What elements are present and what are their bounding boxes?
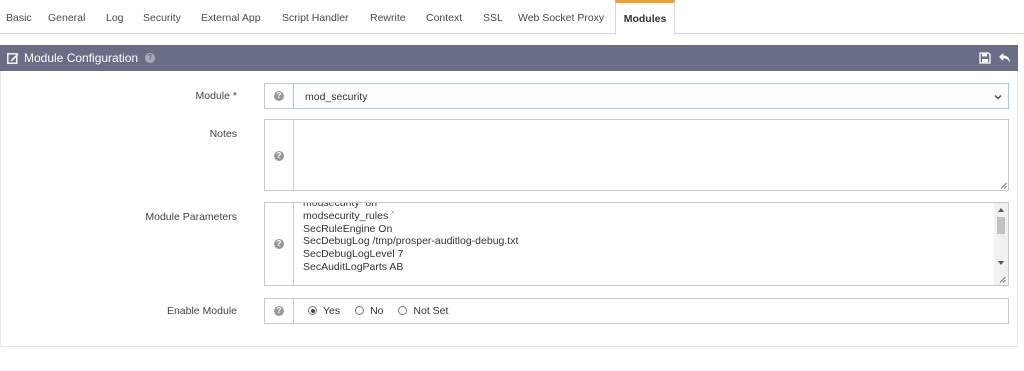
panel-title: Module Configuration — [24, 51, 139, 65]
scroll-down-arrow-icon[interactable] — [998, 261, 1004, 265]
radio-no-button[interactable] — [355, 306, 365, 315]
module-select[interactable]: mod_security — [293, 83, 1009, 109]
help-icon: ? — [274, 151, 284, 161]
tab-general[interactable]: General — [48, 0, 85, 33]
tab-ssl[interactable]: SSL — [483, 0, 503, 33]
radio-yes-label: Yes — [323, 305, 341, 317]
help-icon: ? — [274, 91, 284, 101]
radio-no-label: No — [370, 305, 384, 317]
notes-textarea[interactable] — [293, 119, 1009, 191]
module-help[interactable]: ? — [264, 83, 293, 109]
chevron-down-icon — [994, 95, 1002, 100]
back-icon[interactable] — [998, 51, 1012, 65]
radio-not-set[interactable]: Not Set — [398, 299, 448, 323]
save-icon[interactable] — [979, 52, 991, 64]
module-select-value: mod_security — [305, 91, 368, 103]
radio-yes-button[interactable] — [308, 306, 317, 315]
radio-yes[interactable]: Yes — [308, 299, 340, 323]
module-parameters-text: modsecurity on modsecurity_rules ` SecRu… — [303, 202, 519, 273]
help-icon: ? — [274, 306, 284, 316]
radio-not-set-button[interactable] — [398, 306, 408, 315]
edit-icon — [7, 53, 19, 64]
tab-log[interactable]: Log — [106, 0, 124, 33]
scrollbar-thumb[interactable] — [997, 217, 1005, 234]
module-parameters-textarea[interactable]: modsecurity on modsecurity_rules ` SecRu… — [293, 202, 1009, 286]
notes-label: Notes — [209, 128, 237, 140]
radio-not-set-label: Not Set — [413, 305, 449, 317]
module-configuration-panel: Module * ? mod_security Notes ? Module P… — [0, 71, 1018, 347]
module-parameters-help[interactable]: ? — [264, 202, 293, 286]
help-icon: ? — [274, 239, 284, 249]
panel-header: Module Configuration ? — [0, 45, 1018, 71]
radio-no[interactable]: No — [355, 299, 384, 323]
scrollbar[interactable] — [994, 203, 1008, 285]
tab-web-socket-proxy[interactable]: Web Socket Proxy — [518, 0, 604, 33]
enable-module-field: Yes No Not Set — [293, 298, 1009, 324]
tab-modules[interactable]: Modules — [615, 0, 675, 35]
tab-context[interactable]: Context — [426, 0, 462, 33]
notes-help[interactable]: ? — [264, 119, 293, 191]
tab-security[interactable]: Security — [143, 0, 181, 33]
enable-module-label: Enable Module — [166, 305, 237, 317]
resize-handle-icon[interactable] — [1000, 182, 1007, 189]
tab-bar: Basic General Log Security External App … — [0, 0, 1024, 35]
enable-module-radio-group: Yes No Not Set — [308, 299, 460, 323]
tab-basic[interactable]: Basic — [6, 0, 32, 33]
tab-script-handler[interactable]: Script Handler — [282, 0, 349, 33]
tab-external-app[interactable]: External App — [201, 0, 261, 33]
module-parameters-label: Module Parameters — [145, 211, 237, 223]
scroll-up-arrow-icon[interactable] — [998, 208, 1004, 212]
help-icon: ? — [145, 53, 155, 63]
module-label: Module * — [195, 90, 237, 102]
enable-module-help[interactable]: ? — [264, 298, 293, 324]
resize-handle-icon[interactable] — [999, 276, 1006, 283]
tab-rewrite[interactable]: Rewrite — [370, 0, 406, 33]
